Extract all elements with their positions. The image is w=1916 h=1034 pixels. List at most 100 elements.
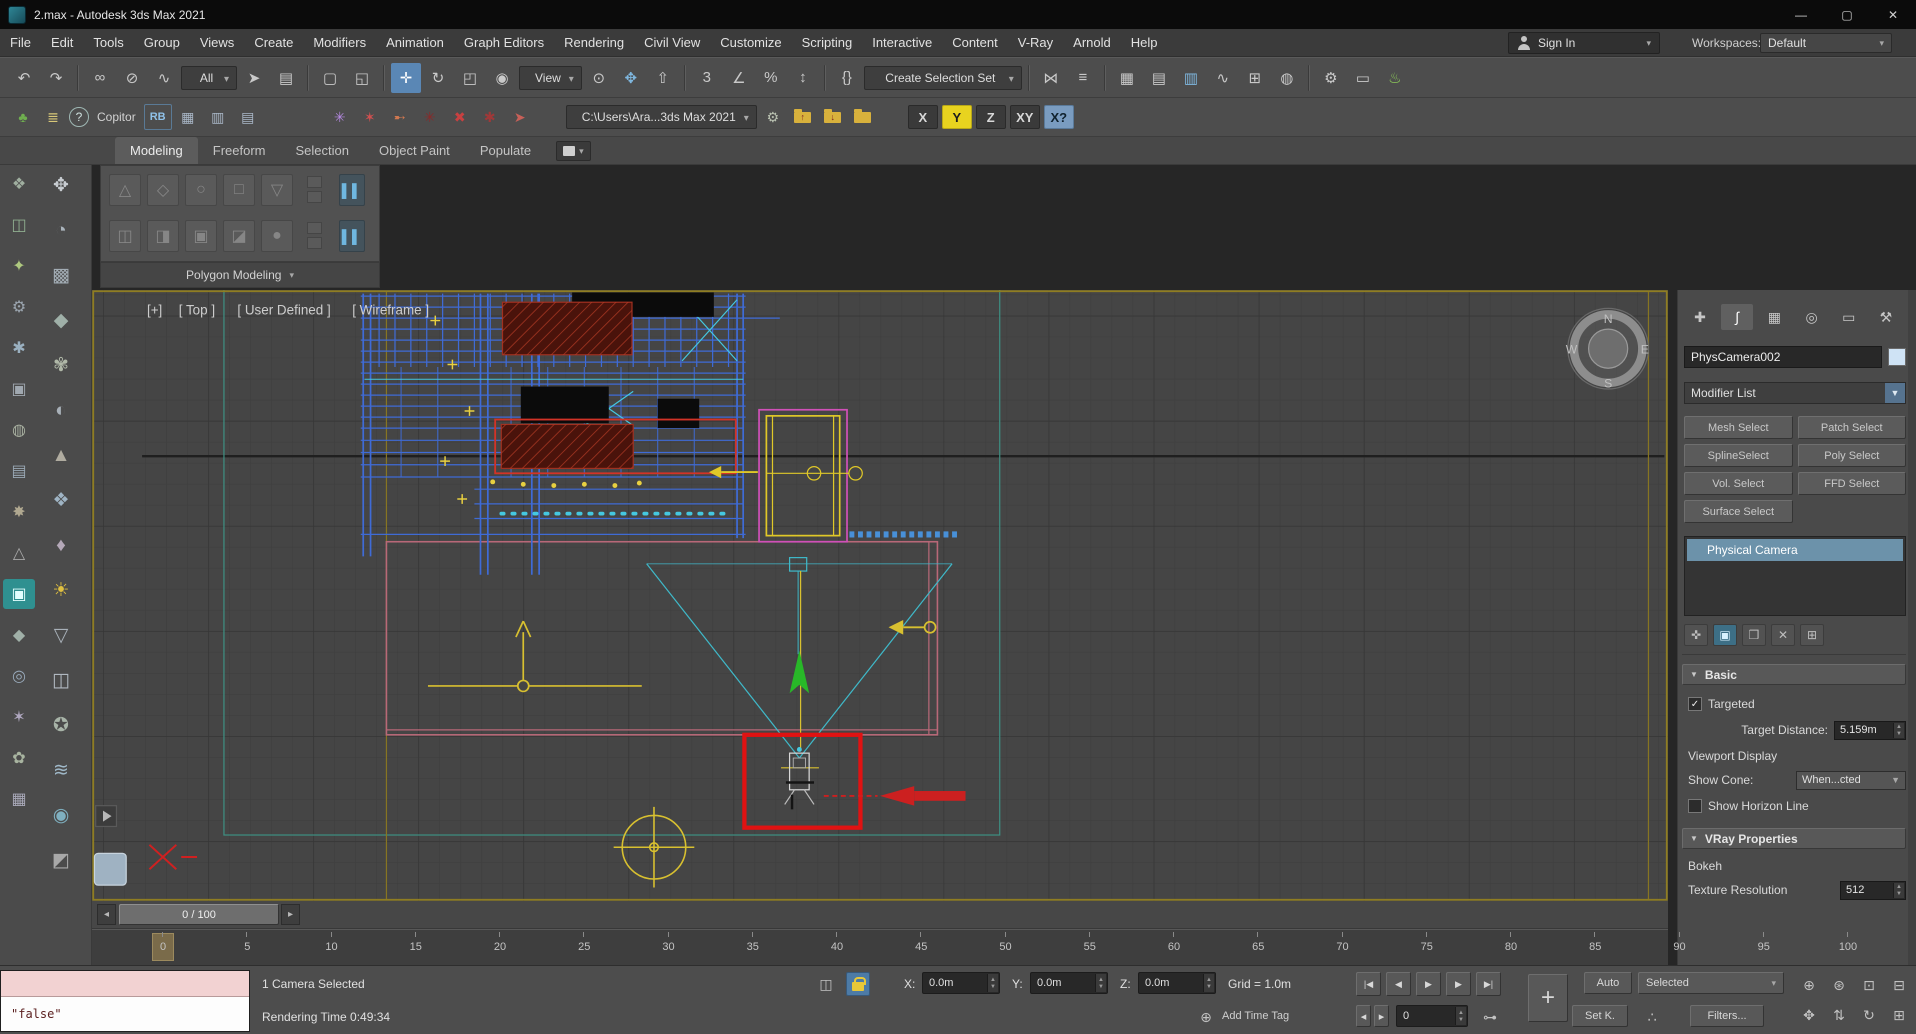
script-star-maroon-icon[interactable]: ✱ [476, 104, 504, 130]
modify-tab-icon[interactable]: ∫ [1721, 304, 1754, 330]
curve-editor-icon[interactable]: ∿ [1208, 63, 1238, 93]
target-tool-icon[interactable]: ◉ [42, 799, 80, 832]
funnel-tool-icon[interactable]: ▽ [42, 619, 80, 652]
render-production-icon[interactable]: ♨ [1380, 63, 1410, 93]
key-mode-icon[interactable]: ⊶ [1478, 1005, 1502, 1029]
toolbar-gap[interactable] [536, 104, 564, 130]
unlink-selection-icon[interactable]: ⊘ [117, 63, 147, 93]
project-path-dropdown[interactable]: C:\Users\Ara...3ds Max 2021 [565, 105, 757, 129]
axis-xy-button[interactable]: XY [1009, 105, 1040, 129]
cone-primitive-icon[interactable]: △ [3, 538, 35, 568]
timeline-tick[interactable]: 15 [402, 930, 430, 966]
plant-icon[interactable]: ♣ [9, 104, 37, 130]
selected-filter-dropdown[interactable]: Selected ▾ [1638, 972, 1784, 994]
go-to-end-button[interactable]: ▶| [1476, 972, 1501, 996]
toolbar-separator[interactable] [1307, 64, 1310, 91]
viewport-shading-label[interactable]: [ Wireframe ] [352, 302, 429, 317]
ribbon-tab[interactable]: Object Paint [364, 137, 465, 164]
ribbon-tab[interactable]: Freeform [198, 137, 281, 164]
make-unique-icon[interactable]: ❒ [1742, 624, 1766, 646]
align-icon[interactable]: ≡ [1068, 63, 1098, 93]
workspaces-dropdown[interactable]: Default ▾ [1760, 33, 1892, 53]
object-name-field[interactable]: PhysCamera002 [1684, 346, 1882, 368]
timeline-tick[interactable]: 55 [1076, 930, 1104, 966]
edit-named-selection-sets-icon[interactable]: {} [832, 63, 862, 93]
timeline-tick[interactable]: 75 [1413, 930, 1441, 966]
bridge-tool-icon[interactable]: ◪ [223, 220, 255, 252]
menu-item[interactable]: Interactive [862, 29, 942, 57]
menu-item[interactable]: Rendering [554, 29, 634, 57]
pyramid-tool-icon[interactable]: ▲ [42, 439, 80, 472]
sphere-primitive-icon[interactable]: ◍ [3, 415, 35, 445]
select-and-rotate-icon[interactable]: ↻ [423, 63, 453, 93]
menu-item[interactable]: Views [190, 29, 244, 57]
columns-table-icon[interactable]: ▤ [234, 104, 262, 130]
timeline-tick[interactable]: 0 [149, 930, 177, 966]
timeline-tick[interactable]: 95 [1750, 930, 1778, 966]
filters-button[interactable]: Filters... [1690, 1005, 1764, 1027]
spinner-icon[interactable] [987, 974, 998, 992]
menu-item[interactable]: Help [1121, 29, 1168, 57]
menu-item[interactable]: Civil View [634, 29, 710, 57]
menu-item[interactable]: Tools [83, 29, 133, 57]
targeted-checkbox[interactable]: ✓ [1688, 697, 1702, 711]
group-objects-icon[interactable]: ◫ [3, 210, 35, 240]
bind-to-space-warp-icon[interactable]: ∿ [149, 63, 179, 93]
walk-through-icon[interactable]: ⇅ [1826, 1002, 1852, 1028]
layer-explorer-icon[interactable]: ▤ [1144, 63, 1174, 93]
select-by-name-icon[interactable]: ▤ [271, 63, 301, 93]
zoom-region-icon[interactable]: ⊟ [1886, 972, 1912, 998]
remove-modifier-icon[interactable]: ✕ [1771, 624, 1795, 646]
key-filter-icon[interactable]: ∴ [1640, 1005, 1664, 1029]
use-pivot-center-icon[interactable]: ⊙ [584, 63, 614, 93]
timeline-tick[interactable]: 100 [1834, 930, 1862, 966]
hierarchy-tab-icon[interactable]: ▦ [1758, 304, 1790, 330]
go-to-start-button[interactable]: |◀ [1356, 972, 1381, 996]
orbit-icon[interactable]: ↻ [1856, 1002, 1882, 1028]
add-time-tag[interactable]: Add Time Tag [1222, 1010, 1289, 1022]
maximize-button[interactable]: ▢ [1824, 0, 1870, 29]
percent-snap-icon[interactable]: % [756, 63, 786, 93]
set-keys-button[interactable]: + [1528, 974, 1568, 1022]
zoom-icon[interactable]: ⊕ [1796, 972, 1822, 998]
menu-list-icon[interactable]: ≣ [39, 104, 67, 130]
menu-item[interactable]: V-Ray [1008, 29, 1063, 57]
zoom-extents-icon[interactable]: ⊡ [1856, 972, 1882, 998]
spinner-snap-icon[interactable]: ↕ [788, 63, 818, 93]
script-star-darkred-icon[interactable]: ✳ [416, 104, 444, 130]
rollout-basic[interactable]: ▼ Basic [1682, 664, 1906, 685]
pentagon-tool-icon[interactable]: ◆ [3, 620, 35, 650]
close-button[interactable]: ✕ [1870, 0, 1916, 29]
rollout-vray-properties[interactable]: ▼ VRay Properties [1682, 828, 1906, 849]
select-and-link-icon[interactable]: ∞ [85, 63, 115, 93]
toolbar-separator[interactable] [383, 64, 385, 91]
axis-z-button[interactable]: Z [975, 105, 1006, 129]
mini-expand-button[interactable] [307, 222, 322, 234]
modifier-list-dropdown[interactable]: Modifier List ▼ [1684, 382, 1906, 404]
star-tool-icon[interactable]: ✶ [3, 702, 35, 732]
stack-item-physical-camera[interactable]: Physical Camera [1687, 539, 1903, 561]
track-bar[interactable]: 0 5 10 15 20 25 30 35 40 45 50 55 60 65 70 75 80 85 90 95 10… [92, 929, 1857, 966]
bevel-tool-icon[interactable]: ◨ [147, 220, 179, 252]
show-horizon-checkbox[interactable] [1688, 799, 1702, 813]
material-editor-icon[interactable]: ◍ [1272, 63, 1302, 93]
grid-table-icon[interactable]: ▥ [204, 104, 232, 130]
folder-up-icon[interactable]: ↑ [789, 104, 817, 130]
ribbon-tab[interactable]: Selection [281, 137, 364, 164]
settings-gear-icon[interactable]: ⚙ [759, 104, 787, 130]
minimize-button[interactable]: — [1778, 0, 1824, 29]
maxscript-mini-listener[interactable]: "false" [0, 970, 250, 1032]
target-distance-field[interactable]: 5.159m [1834, 720, 1906, 740]
timeline-tick[interactable]: 35 [739, 930, 767, 966]
utilities-tab-icon[interactable]: ⚒ [1870, 304, 1902, 330]
previous-frame-button[interactable]: ◀ [1386, 972, 1411, 996]
inset-tool-icon[interactable]: ▣ [185, 220, 217, 252]
menu-item[interactable]: Modifiers [303, 29, 376, 57]
viewport-menu-plus[interactable]: [+] [147, 302, 162, 317]
slider-next-button[interactable]: ▸ [281, 904, 300, 925]
play-button[interactable]: ▶ [1416, 972, 1441, 996]
axis-x-button[interactable]: X [907, 105, 938, 129]
selection-filter-dropdown[interactable]: All [181, 65, 237, 90]
schematic-view-icon[interactable]: ⊞ [1240, 63, 1270, 93]
menu-item[interactable]: Graph Editors [454, 29, 554, 57]
